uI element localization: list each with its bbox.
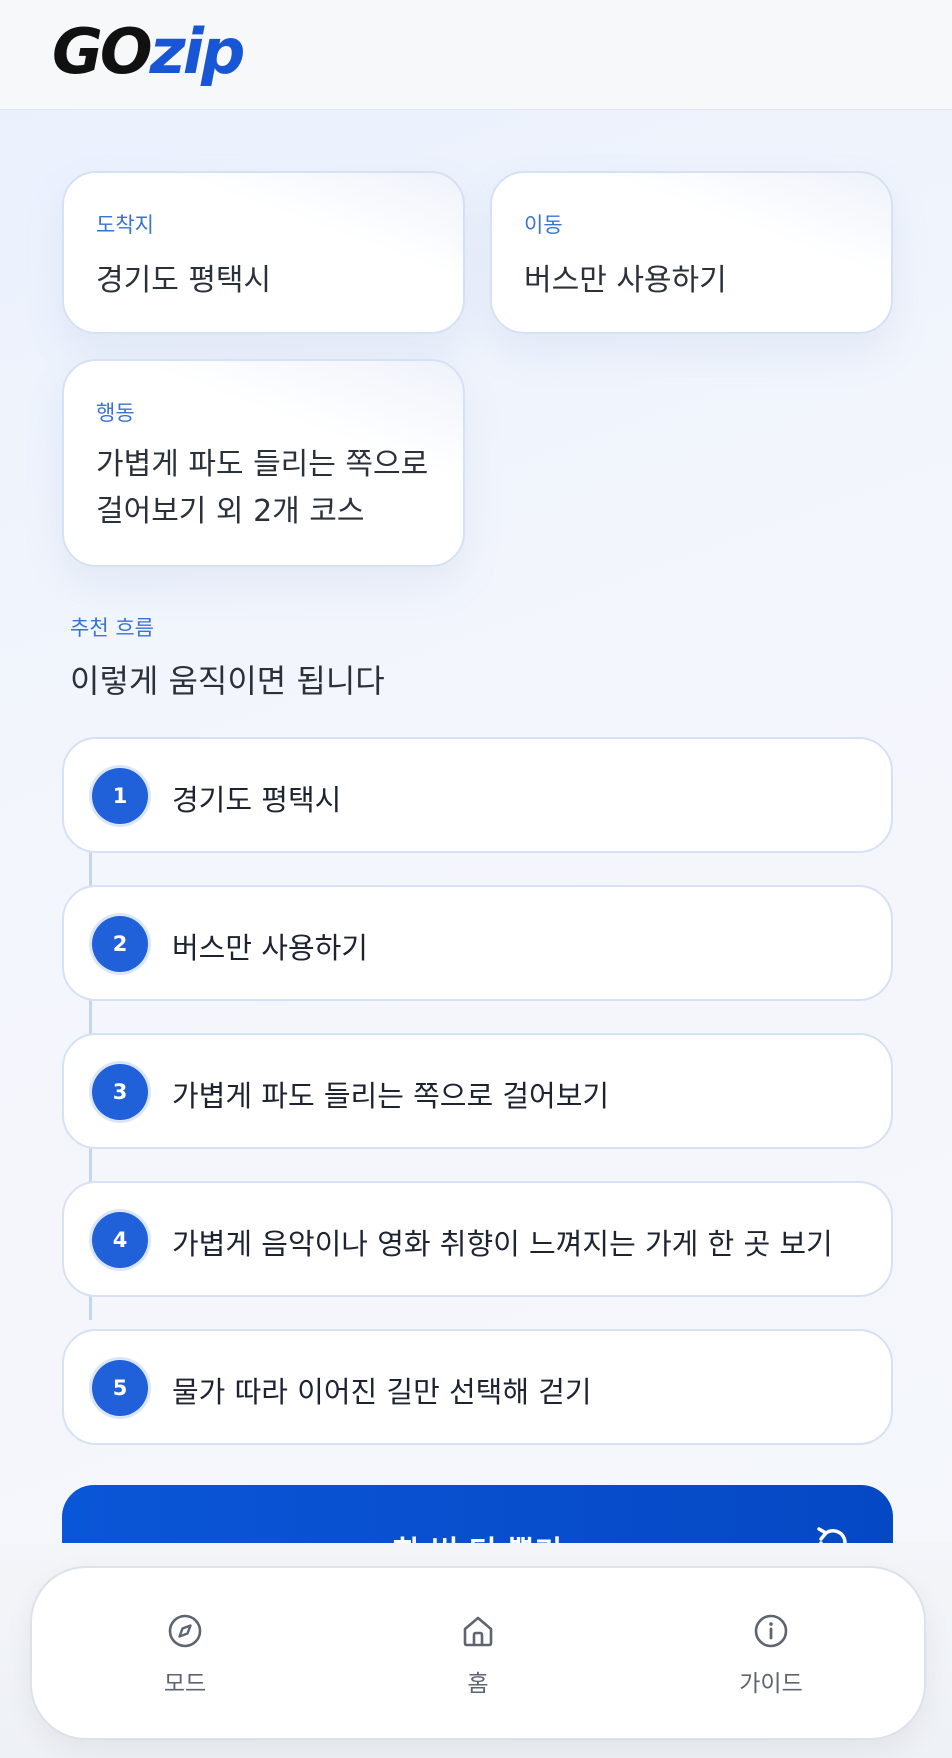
step-text: 버스만 사용하기: [172, 931, 368, 965]
nav-label-mode: 모드: [163, 1671, 207, 1697]
step-text: 가볍게 음악이나 영화 취향이 느껴지는 가게 한 곳 보기: [172, 1227, 833, 1261]
flow-step[interactable]: 1 경기도 평택시: [62, 737, 893, 853]
info-icon: [754, 1614, 788, 1648]
home-icon: [463, 1616, 493, 1647]
destination-label: 도착지: [96, 213, 154, 237]
app-header: GOzip: [0, 0, 952, 110]
movement-card[interactable]: 이동 버스만 사용하기: [490, 171, 893, 334]
nav-label-home: 홈: [467, 1671, 489, 1697]
nav-item-home[interactable]: 홈: [388, 1612, 568, 1712]
action-card[interactable]: 행동 가볍게 파도 들리는 쪽으로 걸어보기 외 2개 코스: [62, 359, 465, 567]
step-text: 물가 따라 이어진 길만 선택해 걷기: [172, 1375, 592, 1409]
destination-card[interactable]: 도착지 경기도 평택시: [62, 171, 465, 334]
flow-section-label: 추천 흐름: [70, 616, 154, 640]
nav-label-guide: 가이드: [739, 1671, 803, 1697]
flow-section-title: 이렇게 움직이면 됩니다: [70, 662, 385, 700]
action-value: 가볍게 파도 들리는 쪽으로 걸어보기 외 2개 코스: [96, 447, 429, 529]
step-text: 경기도 평택시: [172, 783, 342, 817]
step-number-badge: 2: [92, 916, 148, 972]
flow-step[interactable]: 4 가볍게 음악이나 영화 취향이 느껴지는 가게 한 곳 보기: [62, 1181, 893, 1297]
compass-icon: [168, 1614, 202, 1648]
flow-step[interactable]: 3 가볍게 파도 들리는 쪽으로 걸어보기: [62, 1033, 893, 1149]
step-text: 가볍게 파도 들리는 쪽으로 걸어보기: [172, 1079, 610, 1113]
flow-step[interactable]: 2 버스만 사용하기: [62, 885, 893, 1001]
nav-item-guide[interactable]: 가이드: [681, 1612, 861, 1712]
destination-value: 경기도 평택시: [96, 263, 272, 298]
action-label: 행동: [96, 401, 135, 425]
movement-value: 버스만 사용하기: [524, 263, 727, 298]
gozip-logo[interactable]: GOzip: [52, 12, 245, 92]
step-number-badge: 5: [92, 1360, 148, 1416]
step-number-badge: 1: [92, 768, 148, 824]
step-number-badge: 4: [92, 1212, 148, 1268]
bottom-nav: 모드 홈 가이드: [30, 1566, 926, 1740]
flow-step[interactable]: 5 물가 따라 이어진 길만 선택해 걷기: [62, 1329, 893, 1445]
nav-item-mode[interactable]: 모드: [95, 1612, 275, 1712]
movement-label: 이동: [524, 213, 563, 237]
step-number-badge: 3: [92, 1064, 148, 1120]
